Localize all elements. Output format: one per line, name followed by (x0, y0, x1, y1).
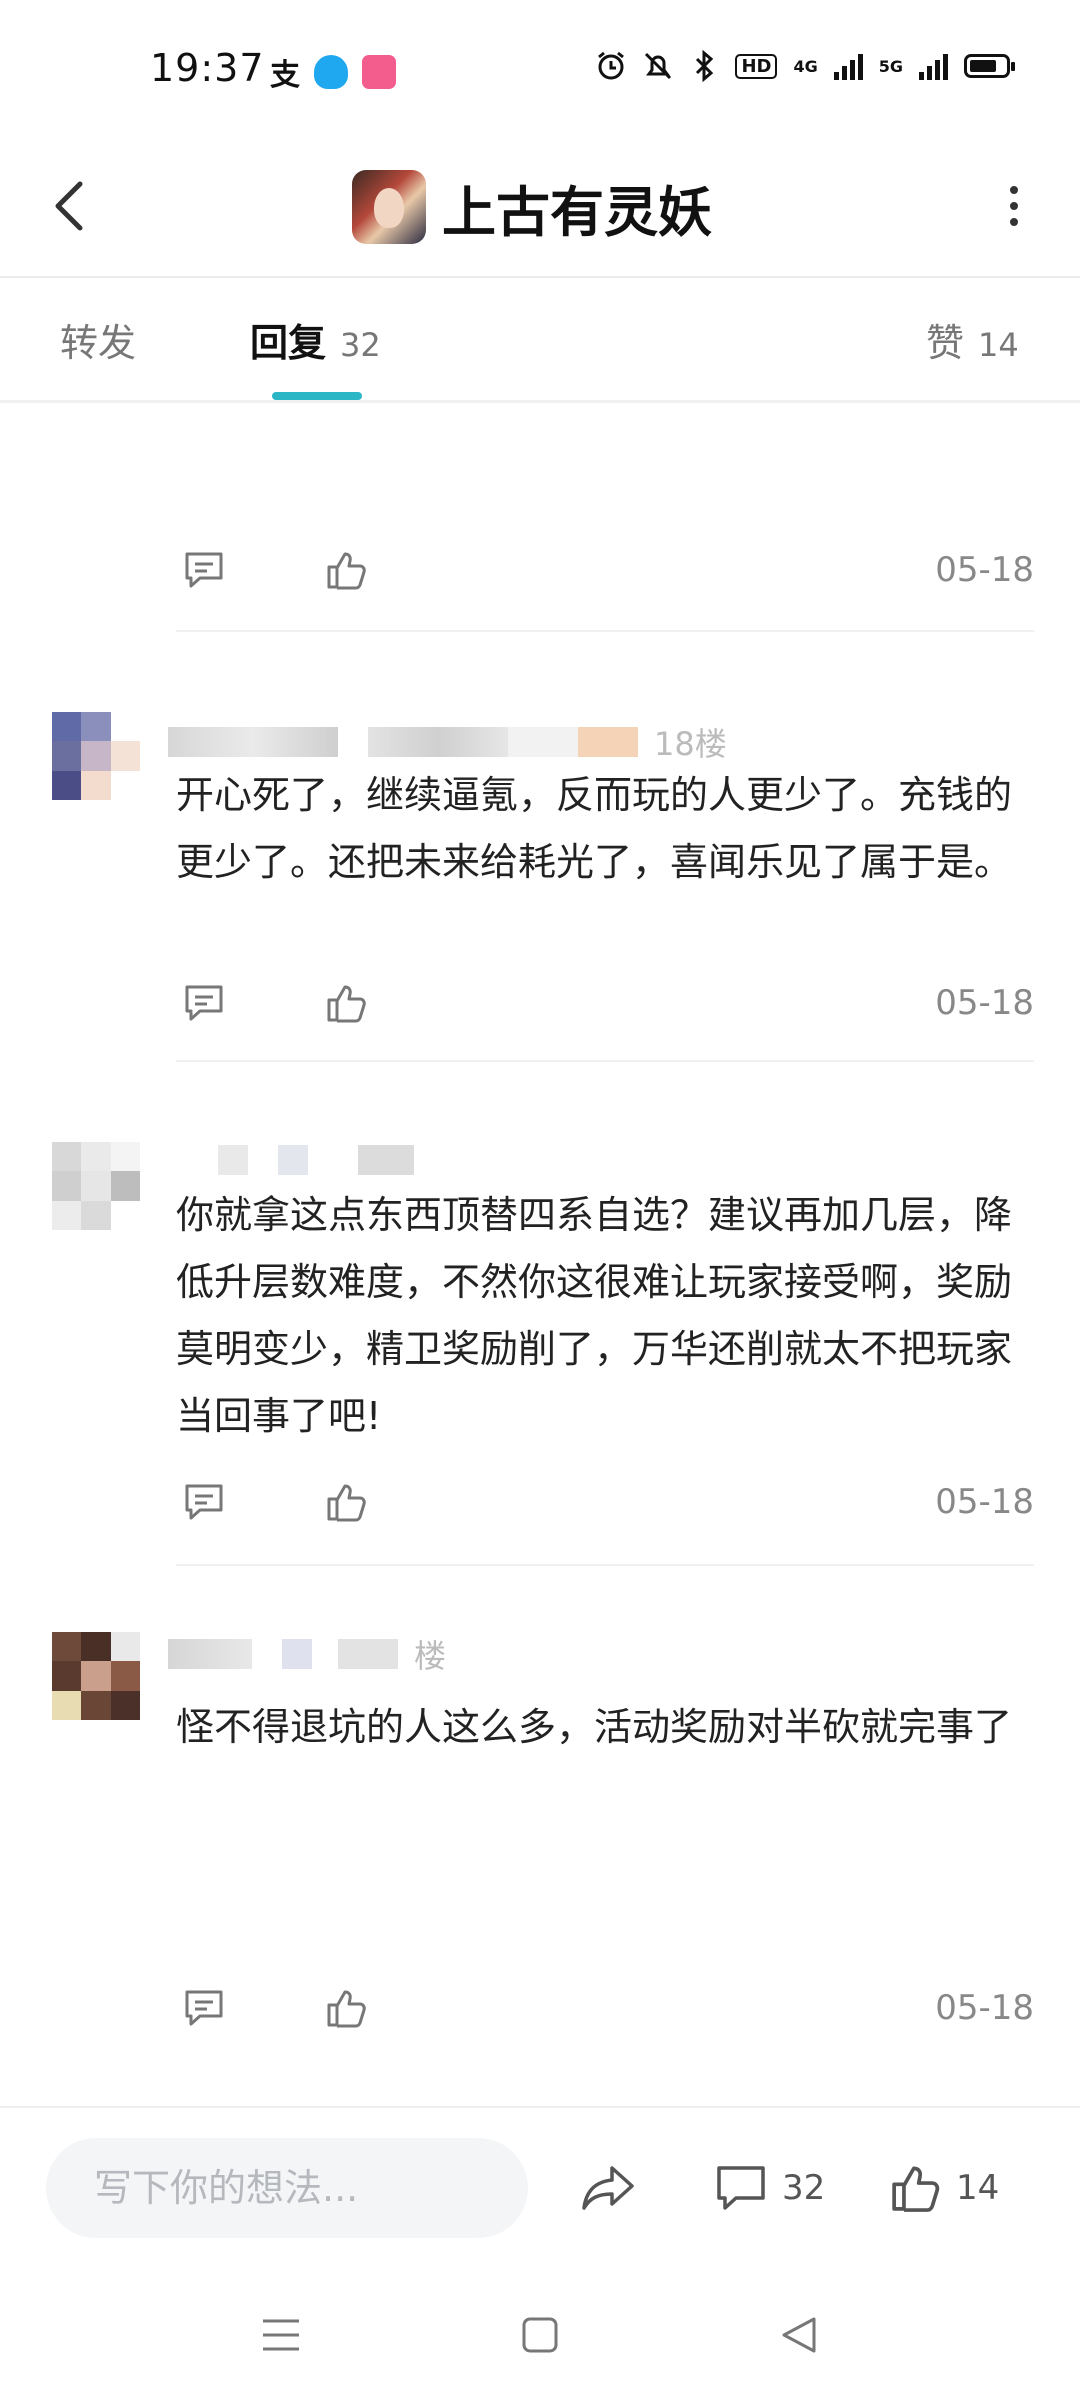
comment-icon (185, 1484, 223, 1520)
reply-button[interactable] (176, 1980, 232, 2036)
like-button[interactable] (318, 1980, 374, 2036)
comment-date: 05-18 (935, 983, 1034, 1023)
username-blurred (168, 1140, 430, 1180)
comment-icon (185, 985, 223, 1021)
chevron-left-icon (55, 181, 83, 231)
alipay-icon: 支 (270, 58, 300, 93)
thumbs-up-icon (327, 1990, 366, 2028)
divider (176, 1060, 1034, 1062)
comment-text: 怪不得退坑的人这么多，活动奖励对半砍就完事了 (176, 1705, 1013, 1749)
system-status-icons: HD 4G 5G (595, 50, 1015, 82)
list-item: 楼 怪不得退坑的人这么多，活动奖励对半砍就完事了 05-18 (0, 1610, 1080, 2090)
tab-repost[interactable]: 转发 (60, 312, 136, 367)
active-tab-indicator (272, 392, 362, 400)
status-time: 19:37 (150, 46, 265, 90)
menu-icon (263, 2319, 299, 2351)
tab-repost-label: 转发 (60, 321, 137, 365)
avatar[interactable] (52, 1142, 140, 1230)
thumbs-up-icon (892, 2166, 940, 2212)
4g-label: 4G (793, 56, 818, 76)
triangle-back-icon (782, 2317, 816, 2353)
reply-button[interactable] (176, 542, 232, 598)
notification-icons: 支 (270, 50, 396, 94)
thumbs-up-icon (327, 1484, 366, 1522)
top-app-bar: 上古有灵妖 (0, 140, 1080, 278)
comment-actions: 05-18 (0, 1474, 1080, 1534)
username-blurred: 楼 (168, 1634, 447, 1675)
more-options-button[interactable] (984, 176, 1044, 236)
page-title: 上古有灵妖 (442, 180, 712, 244)
list-item: 05-18 (0, 400, 1080, 636)
comment-text: 开心死了，继续逼氪，反而玩的人更少了。充钱的更少了。还把未来给耗光了，喜闻乐见了… (176, 773, 1013, 884)
tab-likes-count: 14 (978, 326, 1019, 364)
mute-bell-icon (645, 52, 672, 80)
alarm-icon (598, 51, 625, 80)
back-button[interactable] (40, 176, 100, 236)
comment-actions: 05-18 (0, 1980, 1080, 2040)
share-button[interactable] (578, 2156, 638, 2220)
avatar[interactable] (52, 712, 140, 800)
signal-5g-icon (919, 52, 948, 80)
square-home-icon (522, 2317, 558, 2353)
signal-4g-icon (833, 52, 863, 80)
hd-badge: HD (735, 53, 778, 79)
5g-label: 5G (878, 56, 903, 76)
comment-icon (717, 2166, 765, 2210)
comment-input-container[interactable] (46, 2138, 528, 2238)
like-button[interactable] (318, 542, 374, 598)
like-count-button[interactable]: 14 (888, 2156, 999, 2220)
tab-likes-label: 赞 (926, 321, 965, 365)
comment-date: 05-18 (935, 550, 1034, 590)
floor-number: 18楼 (654, 725, 727, 763)
tab-bar: 转发 回复 32 赞 14 (0, 278, 1080, 403)
nav-back-button[interactable] (764, 2300, 834, 2370)
comment-icon (185, 552, 223, 588)
comment-actions: 05-18 (0, 975, 1080, 1035)
reply-button[interactable] (176, 1474, 232, 1530)
header-title-group[interactable]: 上古有灵妖 (352, 155, 712, 259)
game-avatar[interactable] (352, 170, 426, 244)
share-icon (582, 2166, 634, 2210)
nav-menu-button[interactable] (246, 2300, 316, 2370)
like-button[interactable] (318, 1474, 374, 1530)
tab-likes[interactable]: 赞 14 (926, 312, 1019, 367)
reply-button[interactable] (176, 975, 232, 1031)
bluetooth-icon (696, 50, 714, 82)
like-count: 14 (956, 2168, 1000, 2208)
comment-date: 05-18 (935, 1482, 1034, 1522)
battery-icon (964, 54, 1015, 78)
divider (176, 1564, 1034, 1566)
more-vertical-icon (1010, 186, 1018, 194)
tab-replies[interactable]: 回复 32 (250, 312, 381, 367)
comment-text: 你就拿这点东西顶替四系自选？建议再加几层，降低升层数难度，不然你这很难让玩家接受… (176, 1193, 1013, 1438)
bottom-action-bar: 32 14 (0, 2106, 1080, 2270)
comment-input[interactable] (92, 2165, 528, 2211)
like-button[interactable] (318, 975, 374, 1031)
comments-count: 32 (782, 2168, 826, 2208)
thumbs-up-icon (327, 985, 366, 1023)
thumbs-up-icon (327, 552, 366, 590)
comments-count-button[interactable]: 32 (714, 2156, 825, 2220)
status-bar: 19:37 支 HD 4G 5G (0, 0, 1080, 140)
comment-actions: 05-18 (0, 542, 1080, 602)
system-nav-bar (0, 2270, 1080, 2400)
qq-icon (314, 55, 348, 89)
comment-date: 05-18 (935, 1988, 1034, 2028)
avatar[interactable] (52, 1632, 140, 1720)
tab-replies-count: 32 (340, 326, 381, 364)
comment-icon (185, 1990, 223, 2026)
floor-number: 楼 (414, 1637, 447, 1675)
divider (176, 630, 1034, 632)
username-blurred: 18楼 (168, 722, 727, 763)
list-item: 18楼 开心死了，继续逼氪，反而玩的人更少了。充钱的更少了。还把未来给耗光了，喜… (0, 690, 1080, 1062)
tab-replies-label: 回复 (250, 321, 327, 365)
bilibili-icon (362, 55, 396, 89)
nav-home-button[interactable] (505, 2300, 575, 2370)
list-item: 你就拿这点东西顶替四系自选？建议再加几层，降低升层数难度，不然你这很难让玩家接受… (0, 1120, 1080, 1570)
